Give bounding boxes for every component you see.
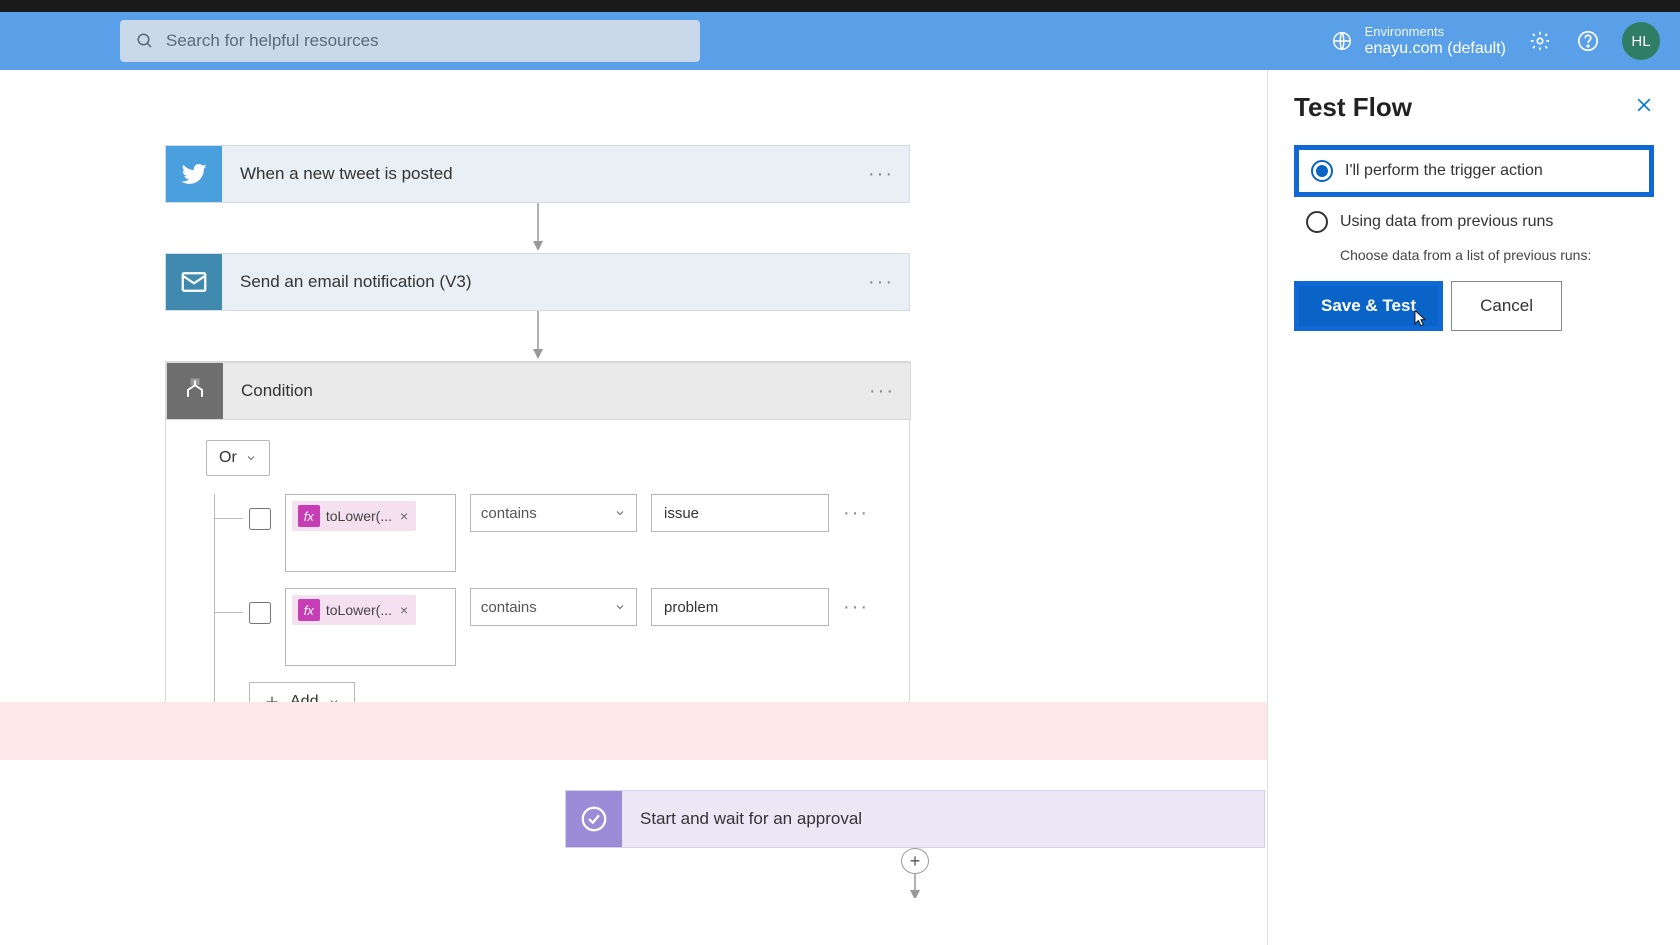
connector-arrow — [528, 311, 548, 361]
fx-icon: fx — [298, 505, 320, 527]
browser-chrome-strip — [0, 0, 1680, 12]
email-icon — [166, 254, 222, 310]
chevron-down-icon — [614, 507, 626, 519]
row-checkbox[interactable] — [249, 508, 271, 530]
left-operand-box[interactable]: fx toLower(... × — [285, 588, 456, 666]
expression-token[interactable]: fx toLower(... × — [292, 501, 416, 531]
condition-icon — [167, 363, 223, 419]
test-option-sublabel: Choose data from a list of previous runs… — [1340, 247, 1654, 263]
connector-arrow — [905, 874, 925, 898]
radio-button[interactable] — [1306, 211, 1328, 233]
chevron-down-icon — [614, 601, 626, 613]
condition-row: fx toLower(... × contains ··· — [215, 588, 869, 666]
settings-button[interactable] — [1526, 27, 1554, 55]
cursor-icon — [1410, 306, 1430, 330]
left-operand-box[interactable]: fx toLower(... × — [285, 494, 456, 572]
test-option-label: Using data from previous runs — [1340, 213, 1553, 231]
group-operator-label: Or — [219, 449, 237, 467]
gear-icon — [1529, 30, 1551, 52]
remove-token-button[interactable]: × — [398, 602, 410, 618]
row-menu[interactable]: ··· — [843, 502, 869, 525]
operator-value: contains — [481, 599, 537, 616]
help-button[interactable] — [1574, 27, 1602, 55]
add-step-button[interactable]: + — [901, 848, 929, 874]
condition-header[interactable]: Condition ··· — [166, 362, 911, 420]
row-menu[interactable]: ··· — [843, 596, 869, 619]
condition-row: fx toLower(... × contains ··· — [215, 494, 869, 572]
test-option-manual[interactable]: I'll perform the trigger action — [1294, 145, 1654, 197]
operator-value: contains — [481, 505, 537, 522]
trigger-card[interactable]: When a new tweet is posted ··· — [165, 145, 910, 203]
environment-icon — [1331, 30, 1353, 52]
condition-card: Condition ··· Or fx toLower(... — [165, 361, 910, 747]
email-action-card[interactable]: Send an email notification (V3) ··· — [165, 253, 910, 311]
condition-menu[interactable]: ··· — [854, 380, 910, 403]
operator-dropdown[interactable]: contains — [470, 494, 637, 532]
connector-arrow — [528, 203, 548, 253]
expression-token[interactable]: fx toLower(... × — [292, 595, 416, 625]
condition-title: Condition — [223, 381, 854, 401]
fx-icon: fx — [298, 599, 320, 621]
close-icon — [1634, 95, 1654, 115]
save-and-test-button[interactable]: Save & Test — [1294, 281, 1443, 331]
twitter-icon — [166, 146, 222, 202]
if-yes-branch: Start and wait for an approval + — [565, 790, 1265, 898]
chevron-down-icon — [245, 452, 257, 464]
radio-button[interactable] — [1311, 160, 1333, 182]
trigger-menu[interactable]: ··· — [853, 163, 909, 186]
trigger-title: When a new tweet is posted — [222, 164, 853, 184]
test-flow-panel: Test Flow I'll perform the trigger actio… — [1267, 70, 1680, 945]
close-panel-button[interactable] — [1634, 94, 1654, 122]
help-icon — [1577, 30, 1599, 52]
environment-picker[interactable]: Environments enayu.com (default) — [1331, 24, 1506, 59]
group-operator-dropdown[interactable]: Or — [206, 440, 270, 476]
operator-dropdown[interactable]: contains — [470, 588, 637, 626]
save-and-test-label: Save & Test — [1321, 296, 1416, 315]
test-option-previous[interactable]: Using data from previous runs — [1294, 201, 1654, 243]
value-input[interactable] — [651, 588, 829, 626]
remove-token-button[interactable]: × — [398, 508, 410, 524]
search-box[interactable] — [120, 20, 700, 62]
cancel-label: Cancel — [1480, 296, 1533, 315]
approval-title: Start and wait for an approval — [622, 809, 1264, 829]
environment-label: Environments — [1365, 24, 1506, 40]
user-avatar[interactable]: HL — [1622, 22, 1660, 60]
test-option-label: I'll perform the trigger action — [1345, 162, 1543, 180]
cancel-button[interactable]: Cancel — [1451, 281, 1562, 331]
search-input[interactable] — [166, 31, 684, 51]
email-action-menu[interactable]: ··· — [853, 271, 909, 294]
approval-card[interactable]: Start and wait for an approval — [565, 790, 1265, 848]
environment-name: enayu.com (default) — [1365, 39, 1506, 58]
search-icon — [136, 32, 154, 50]
token-text: toLower(... — [326, 508, 392, 524]
value-input[interactable] — [651, 494, 829, 532]
panel-title: Test Flow — [1294, 92, 1412, 123]
token-text: toLower(... — [326, 602, 392, 618]
email-action-title: Send an email notification (V3) — [222, 272, 853, 292]
app-header: Environments enayu.com (default) HL — [0, 12, 1680, 70]
approval-icon — [566, 791, 622, 847]
row-checkbox[interactable] — [249, 602, 271, 624]
